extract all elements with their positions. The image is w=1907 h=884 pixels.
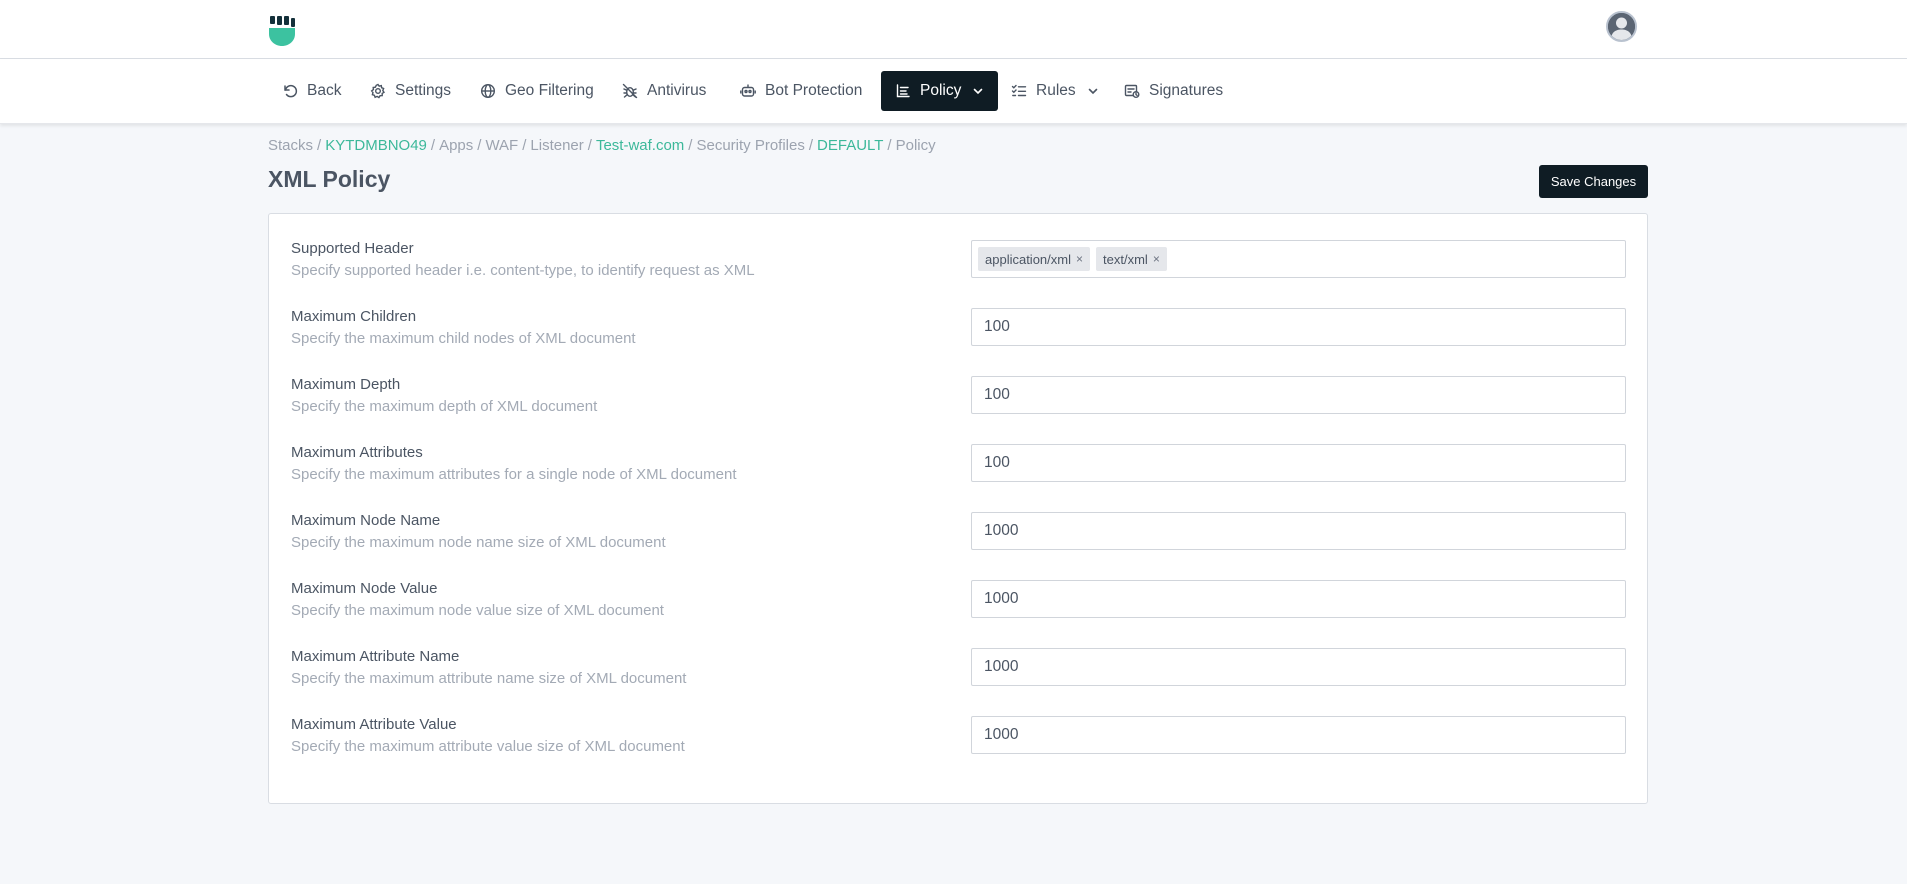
nav-antivirus-label: Antivirus (647, 82, 707, 99)
maximum-attributes-input[interactable] (971, 444, 1626, 482)
breadcrumb: Stacks / KYTDMBNO49/Apps / WAF / Listener / Test… (268, 137, 936, 154)
maximum-attribute-name-input[interactable] (971, 648, 1626, 686)
nav-geo-filtering[interactable]: Geo Filtering (466, 71, 608, 111)
nav-bot-protection[interactable]: Bot Protection (726, 71, 876, 111)
setting-label: Maximum Node Value (291, 580, 438, 597)
setting-label: Maximum Attribute Value (291, 716, 457, 733)
nav-signatures[interactable]: Signatures (1110, 71, 1237, 111)
setting-description: Specify the maximum depth of XML documen… (291, 398, 598, 415)
brand-logo-icon[interactable] (268, 16, 296, 47)
setting-description: Specify the maximum attributes for a sin… (291, 466, 737, 483)
setting-row-maximum-attribute-value: Maximum Attribute Value Specify the maxi… (291, 712, 1627, 768)
remove-tag-icon[interactable]: × (1153, 252, 1160, 266)
setting-row-maximum-children: Maximum Children Specify the maximum chi… (291, 304, 1627, 360)
nav-settings-label: Settings (395, 82, 452, 99)
top-bar (0, 0, 1907, 59)
header-tag: application/xml × (978, 247, 1091, 271)
setting-row-maximum-node-value: Maximum Node Value Specify the maximum n… (291, 576, 1627, 632)
setting-label: Maximum Children (291, 308, 417, 325)
save-changes-button[interactable]: Save Changes (1539, 165, 1648, 198)
nav-signatures-label: Signatures (1149, 82, 1224, 99)
setting-label: Maximum Attribute Name (291, 648, 460, 665)
setting-label: Maximum Depth (291, 376, 401, 393)
chevron-down-icon (1088, 88, 1097, 95)
tag-label: text/xml (1103, 251, 1148, 267)
setting-description: Specify the maximum attribute name size … (291, 670, 687, 687)
header-tag: text/xml × (1096, 247, 1167, 271)
setting-row-maximum-attributes: Maximum Attributes Specify the maximum a… (291, 440, 1627, 496)
setting-row-maximum-attribute-name: Maximum Attribute Name Specify the maxim… (291, 644, 1627, 700)
nav-bot-protection-label: Bot Protection (765, 82, 863, 99)
breadcrumb-stacks: Stacks (268, 137, 314, 154)
robot-icon (740, 84, 756, 97)
setting-description: Specify supported header i.e. content-ty… (291, 262, 755, 279)
breadcrumb-apps: Apps (439, 137, 474, 154)
setting-row-maximum-node-name: Maximum Node Name Specify the maximum no… (291, 508, 1627, 564)
breadcrumb-waf: WAF (485, 137, 519, 154)
nav-rules[interactable]: Rules (997, 71, 1113, 111)
nav-antivirus[interactable]: Antivirus (608, 71, 720, 111)
page-title: XML Policy (268, 166, 391, 192)
maximum-attribute-value-input[interactable] (971, 716, 1626, 754)
setting-description: Specify the maximum node value size of X… (291, 602, 664, 619)
supported-header-tag-input[interactable]: application/xml × text/xml × (971, 240, 1626, 278)
nav-geo-filtering-label: Geo Filtering (505, 82, 594, 99)
maximum-children-input[interactable] (971, 308, 1626, 346)
setting-description: Specify the maximum attribute value size… (291, 738, 685, 755)
setting-description: Specify the maximum child nodes of XML d… (291, 330, 636, 347)
breadcrumb-stack-link[interactable]: KYTDMBNO49 (325, 137, 427, 154)
nav-rules-label: Rules (1036, 82, 1076, 99)
signature-list-icon (1124, 84, 1140, 98)
user-avatar[interactable] (1606, 11, 1637, 42)
breadcrumb-listener: Listener (530, 137, 584, 154)
setting-label: Maximum Node Name (291, 512, 441, 529)
maximum-depth-input[interactable] (971, 376, 1626, 414)
bug-off-icon (622, 83, 638, 99)
breadcrumb-current: Policy (895, 137, 936, 154)
remove-tag-icon[interactable]: × (1076, 252, 1083, 266)
setting-label: Supported Header (291, 240, 414, 257)
undo-icon (284, 84, 298, 98)
setting-row-supported-header: Supported Header Specify supported heade… (291, 236, 1627, 292)
nav-back[interactable]: Back (268, 71, 355, 111)
nav-policy[interactable]: Policy (881, 71, 999, 111)
profile-nav-bar: Back Settings Geo Filtering Antivirus Bo… (0, 59, 1907, 124)
nav-settings[interactable]: Settings (356, 71, 465, 111)
tag-label: application/xml (985, 251, 1071, 267)
globe-icon (480, 83, 496, 99)
setting-description: Specify the maximum node name size of XM… (291, 534, 666, 551)
setting-label: Maximum Attributes (291, 444, 423, 461)
maximum-node-name-input[interactable] (971, 512, 1626, 550)
nav-back-label: Back (307, 82, 342, 99)
list-check-icon (1011, 84, 1027, 97)
breadcrumb-profile-link[interactable]: DEFAULT (817, 137, 883, 154)
maximum-node-value-input[interactable] (971, 580, 1626, 618)
nav-policy-label: Policy (920, 82, 962, 99)
breadcrumb-listener-link[interactable]: Test-waf.com (596, 137, 684, 154)
breadcrumb-security-profiles: Security Profiles (696, 137, 805, 154)
gear-icon (370, 83, 385, 99)
checklist-icon (896, 84, 910, 98)
setting-row-maximum-depth: Maximum Depth Specify the maximum depth … (291, 372, 1627, 428)
xml-policy-card: Supported Header Specify supported heade… (268, 213, 1648, 804)
chevron-down-icon (974, 88, 983, 95)
